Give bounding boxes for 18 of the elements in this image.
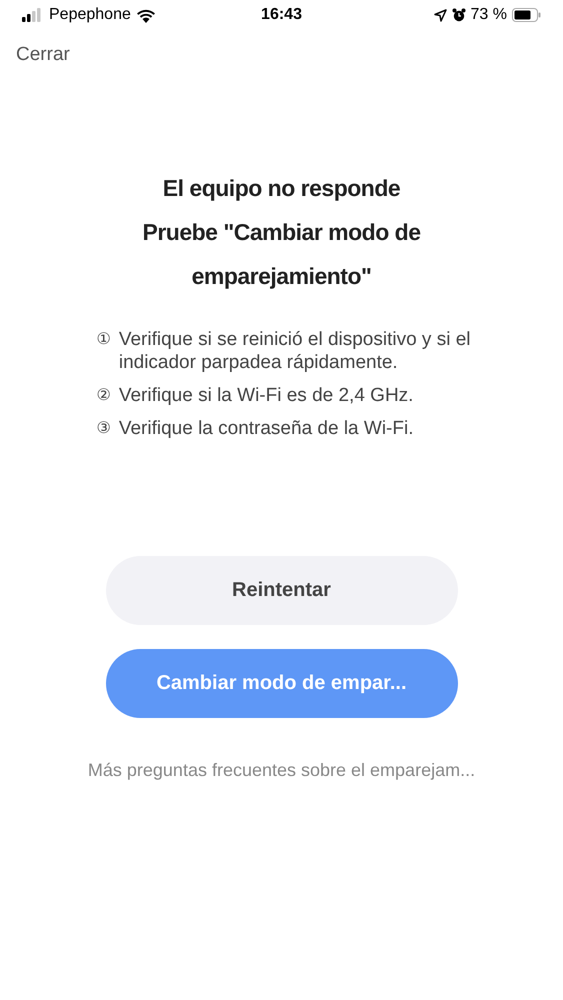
battery-percent: 73 % [470, 6, 507, 24]
alarm-clock-icon [452, 8, 466, 22]
step-number: ① [96, 330, 111, 350]
step-text: Verifique la contraseña de la Wi-Fi. [118, 417, 414, 440]
title-line: El equipo no responde [162, 174, 400, 203]
step-number: ② [96, 386, 111, 406]
clock-time: 16:43 [261, 6, 302, 24]
step-text: Verifique si la Wi-Fi es de 2,4 GHz. [118, 384, 414, 407]
carrier-name: Pepephone [49, 6, 131, 24]
close-link[interactable]: Cerrar [16, 44, 70, 65]
step-text: Verifique si se reinició el dispositivo y si el indicador parpadea rápidamente. [118, 328, 472, 374]
battery-icon [512, 8, 541, 22]
location-arrow-icon [434, 8, 447, 22]
retry-button[interactable]: Reintentar [106, 556, 458, 625]
step-number: ③ [96, 419, 111, 439]
faq-link[interactable]: Más preguntas frecuentes sobre el emparejam... [88, 760, 476, 781]
title-line: Pruebe "Cambiar modo de emparejamiento" [141, 218, 422, 291]
wifi-icon [136, 8, 156, 22]
